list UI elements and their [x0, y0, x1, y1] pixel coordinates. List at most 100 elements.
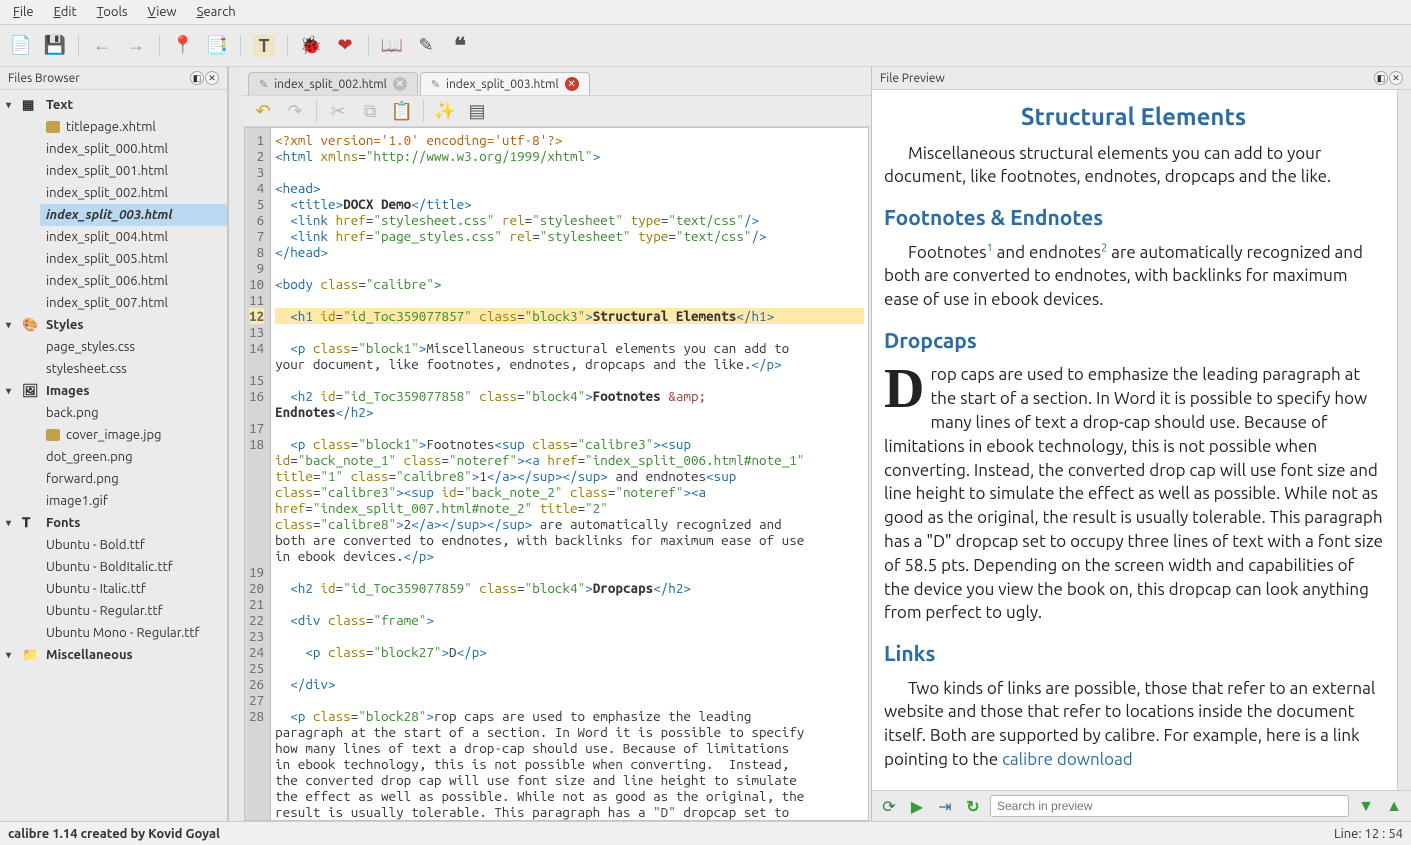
search-next-icon[interactable]: ▼ [1355, 795, 1377, 817]
file-stylesheet-css[interactable]: stylesheet.css [40, 358, 227, 380]
split-icon[interactable]: ⇥ [934, 795, 956, 817]
misc-icon: 📁 [22, 648, 40, 662]
save-icon[interactable]: 💾 [44, 35, 66, 57]
preview-search-input[interactable] [990, 795, 1349, 817]
refresh-icon[interactable]: ⟳ [878, 795, 900, 817]
insert-icon[interactable]: ▤ [466, 100, 488, 122]
tree-group-fonts[interactable]: ▾𝐓Fonts [0, 512, 227, 534]
fonts-icon: 𝐓 [22, 516, 40, 530]
file-index-split-006-html[interactable]: index_split_006.html [40, 270, 227, 292]
back-icon[interactable]: ← [91, 35, 113, 57]
wand-icon[interactable]: ✎ [415, 35, 437, 57]
tab-bar: ✎index_split_002.html✕✎index_split_003.h… [242, 67, 871, 95]
file-index-split-002-html[interactable]: index_split_002.html [40, 182, 227, 204]
menu-search[interactable]: Search [187, 2, 246, 22]
search-prev-icon[interactable]: ▲ [1383, 795, 1405, 817]
text-icon[interactable]: T [253, 35, 275, 57]
preview-links-para: Two kinds of links are possible, those t… [884, 677, 1383, 772]
preview-footer: ⟳ ▶ ⇥ ↻ ▼ ▲ [872, 790, 1411, 821]
file-dot-green-png[interactable]: dot_green.png [40, 446, 227, 468]
preview-close-icon[interactable]: ✕ [1389, 71, 1403, 85]
file-index-split-001-html[interactable]: index_split_001.html [40, 160, 227, 182]
chevron-down-icon: ▾ [6, 99, 16, 111]
book-icon[interactable]: 📖 [381, 35, 403, 57]
file-image1-gif[interactable]: image1.gif [40, 490, 227, 512]
new-file-icon[interactable]: 📄 [10, 35, 32, 57]
tab-close-icon[interactable]: ✕ [393, 77, 407, 91]
quote-icon[interactable]: ❝ [449, 35, 471, 57]
file-index-split-005-html[interactable]: index_split_005.html [40, 248, 227, 270]
pencil-icon: ✎ [259, 78, 268, 91]
file-Ubuntu---Italic-ttf[interactable]: Ubuntu - Italic.ttf [40, 578, 227, 600]
tab-index-split-003-html[interactable]: ✎index_split_003.html✕ [420, 72, 590, 95]
beautify-icon[interactable]: ✨ [434, 100, 456, 122]
files-browser-panel: Files Browser ◧ ✕ ▾▦Texttitlepage.xhtmli… [0, 67, 228, 821]
preview-footnotes-para: Footnotes1 and endnotes2 are automatical… [884, 241, 1383, 312]
heart-icon[interactable]: ❤ [334, 35, 356, 57]
file-forward-png[interactable]: forward.png [40, 468, 227, 490]
menubar: FileEditToolsViewSearch [0, 0, 1411, 25]
menu-edit[interactable]: Edit [44, 2, 87, 22]
text-icon: ▦ [22, 98, 40, 112]
preview-h2-footnotes: Footnotes & Endnotes [884, 203, 1383, 232]
preview-scrollbar[interactable] [1397, 90, 1411, 790]
menu-tools[interactable]: Tools [87, 2, 138, 22]
bug-icon[interactable]: 🐞 [300, 35, 322, 57]
preview-h1: Structural Elements [884, 100, 1383, 134]
forward-icon[interactable]: → [125, 35, 147, 57]
dropcap: D [884, 363, 930, 411]
file-titlepage-xhtml[interactable]: titlepage.xhtml [40, 116, 227, 138]
status-left: calibre 1.14 created by Kovid Goyal [8, 827, 220, 841]
status-line-col: Line: 12 : 54 [1334, 827, 1403, 841]
preview-dropcaps-para: Drop caps are used to emphasize the lead… [884, 363, 1383, 625]
undo-icon[interactable]: ↶ [252, 100, 274, 122]
tree-group-styles[interactable]: ▾🎨Styles [0, 314, 227, 336]
file-index-split-003-html[interactable]: index_split_003.html [40, 204, 227, 226]
file-Ubuntu---Regular-ttf[interactable]: Ubuntu - Regular.ttf [40, 600, 227, 622]
reload-icon[interactable]: ↻ [962, 795, 984, 817]
file-index-split-007-html[interactable]: index_split_007.html [40, 292, 227, 314]
file-Ubuntu---Bold-ttf[interactable]: Ubuntu - Bold.ttf [40, 534, 227, 556]
files-tree: ▾▦Texttitlepage.xhtmlindex_split_000.htm… [0, 90, 227, 821]
file-index-split-004-html[interactable]: index_split_004.html [40, 226, 227, 248]
editor-area: ✎index_split_002.html✕✎index_split_003.h… [242, 67, 871, 821]
preview-h2-links: Links [884, 639, 1383, 668]
code-content[interactable]: <?xml version='1.0' encoding='utf-8'?><h… [271, 128, 868, 820]
preview-float-icon[interactable]: ◧ [1374, 71, 1388, 85]
line-gutter: 1234567891011121314151617181920212223242… [245, 128, 271, 820]
pin-icon[interactable]: 📍 [172, 35, 194, 57]
preview-content[interactable]: Structural Elements Miscellaneous struct… [872, 90, 1397, 790]
play-icon[interactable]: ▶ [906, 795, 928, 817]
calibre-download-link[interactable]: calibre download [1002, 750, 1133, 769]
sidebar-scrollbar[interactable] [228, 67, 242, 821]
file-cover-image-jpg[interactable]: cover_image.jpg [40, 424, 227, 446]
file-index-split-000-html[interactable]: index_split_000.html [40, 138, 227, 160]
code-editor[interactable]: 1234567891011121314151617181920212223242… [244, 127, 869, 821]
menu-file[interactable]: File [3, 2, 44, 22]
file-page-styles-css[interactable]: page_styles.css [40, 336, 227, 358]
tree-group-images[interactable]: ▾🖼Images [0, 380, 227, 402]
preview-h2-dropcaps: Dropcaps [884, 326, 1383, 355]
file-Ubuntu-Mono---Regular-ttf[interactable]: Ubuntu Mono - Regular.ttf [40, 622, 227, 644]
tab-close-icon[interactable]: ✕ [565, 77, 579, 91]
panel-close-icon[interactable]: ✕ [205, 71, 219, 85]
toc-icon[interactable]: 📑 [206, 35, 228, 57]
tree-group-text[interactable]: ▾▦Text [0, 94, 227, 116]
file-back-png[interactable]: back.png [40, 402, 227, 424]
main-toolbar: 📄 💾 ← → 📍 📑 T 🐞 ❤ 📖 ✎ ❝ [0, 25, 1411, 67]
preview-title: File Preview [880, 72, 945, 85]
pencil-icon: ✎ [431, 78, 440, 91]
chevron-down-icon: ▾ [6, 385, 16, 397]
copy-icon[interactable]: ⧉ [359, 100, 381, 122]
cut-icon[interactable]: ✂ [327, 100, 349, 122]
tree-group-miscellaneous[interactable]: ▾📁Miscellaneous [0, 644, 227, 666]
panel-float-icon[interactable]: ◧ [190, 71, 204, 85]
chevron-down-icon: ▾ [6, 319, 16, 331]
tab-index-split-002-html[interactable]: ✎index_split_002.html✕ [248, 72, 418, 95]
paste-icon[interactable]: 📋 [391, 100, 413, 122]
styles-icon: 🎨 [22, 318, 40, 332]
redo-icon[interactable]: ↷ [284, 100, 306, 122]
file-Ubuntu---BoldItalic-ttf[interactable]: Ubuntu - BoldItalic.ttf [40, 556, 227, 578]
images-icon: 🖼 [22, 384, 40, 398]
menu-view[interactable]: View [138, 2, 187, 22]
